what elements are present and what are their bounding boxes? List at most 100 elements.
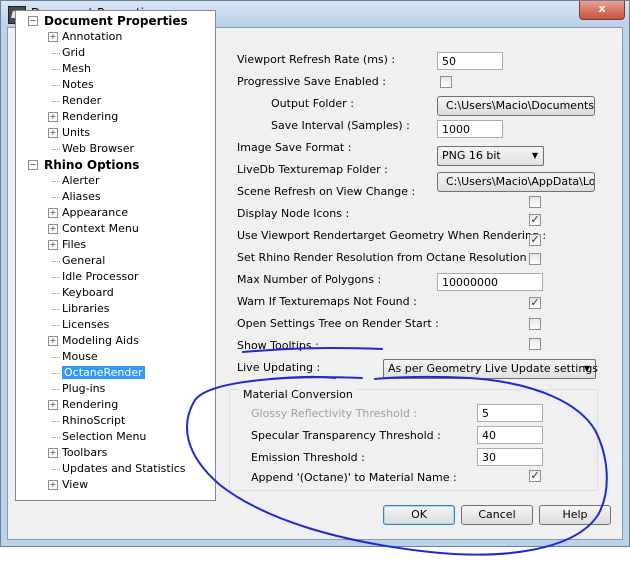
tree-item-label: Plug-ins xyxy=(62,382,106,395)
expand-icon[interactable]: + xyxy=(48,32,58,42)
live-updating-label: Live Updating : xyxy=(237,361,321,374)
glossy-reflectivity-threshold-input[interactable]: 5 xyxy=(477,404,543,422)
open-settings-tree-label: Open Settings Tree on Render Start : xyxy=(237,317,439,330)
progressive-save-enabled-label: Progressive Save Enabled : xyxy=(237,75,386,88)
expand-icon[interactable]: + xyxy=(48,208,58,218)
tree-item-appearance[interactable]: Appearance xyxy=(62,205,128,221)
tree-item-selection-menu[interactable]: Selection Menu xyxy=(62,429,146,445)
tree-item-licenses[interactable]: Licenses xyxy=(62,317,109,333)
tree-item-mesh[interactable]: Mesh xyxy=(62,61,91,77)
progressive-save-enabled-checkbox[interactable] xyxy=(440,76,452,88)
expand-icon[interactable]: + xyxy=(48,480,58,490)
tree-root-rhino-options[interactable]: Rhino Options xyxy=(44,157,139,173)
emission-threshold-input[interactable]: 30 xyxy=(477,448,543,466)
tree-item-context-menu[interactable]: Context Menu xyxy=(62,221,139,237)
tree-item-idle-processor[interactable]: Idle Processor xyxy=(62,269,139,285)
collapse-icon[interactable]: − xyxy=(28,160,38,170)
tree-item-label: Notes xyxy=(62,78,94,91)
tree-item-rendering[interactable]: Rendering xyxy=(62,109,118,125)
expand-icon[interactable]: + xyxy=(48,336,58,346)
tree-item-toolbars[interactable]: Toolbars xyxy=(62,445,107,461)
tree-connector xyxy=(52,261,60,262)
image-save-format-dropdown[interactable]: PNG 16 bit ▼ xyxy=(437,146,544,166)
live-updating-dropdown[interactable]: As per Geometry Live Update settings ▼ xyxy=(383,359,599,379)
chevron-down-icon: ▼ xyxy=(531,151,538,160)
viewport-refresh-rate-label: Viewport Refresh Rate (ms) : xyxy=(237,53,396,66)
collapse-icon[interactable]: − xyxy=(28,16,38,26)
tree-item-files[interactable]: Files xyxy=(62,237,86,253)
warn-texturemaps-checkbox[interactable]: ✓ xyxy=(529,297,541,309)
tree-item-label: Updates and Statistics xyxy=(62,462,186,475)
tree-item-aliases[interactable]: Aliases xyxy=(62,189,101,205)
tree-connector xyxy=(52,325,60,326)
tree-item-label: Rendering xyxy=(62,110,119,123)
tree-item-label: Keyboard xyxy=(62,286,114,299)
expand-icon[interactable]: + xyxy=(48,224,58,234)
scene-refresh-checkbox[interactable] xyxy=(529,196,541,208)
set-rhino-render-resolution-checkbox[interactable] xyxy=(529,253,541,265)
expand-icon[interactable]: + xyxy=(48,128,58,138)
tree-item-label: View xyxy=(62,478,89,491)
open-settings-tree-checkbox[interactable] xyxy=(529,318,541,330)
max-number-of-polygons-input[interactable]: 10000000 xyxy=(437,273,543,291)
expand-icon[interactable]: + xyxy=(48,240,58,250)
tree-item-label: Grid xyxy=(62,46,86,59)
tree-item-label: Aliases xyxy=(62,190,101,203)
tree-item-alerter[interactable]: Alerter xyxy=(62,173,99,189)
tree-item-notes[interactable]: Notes xyxy=(62,77,94,93)
tree-item-plug-ins[interactable]: Plug-ins xyxy=(62,381,105,397)
expand-icon[interactable]: + xyxy=(48,400,58,410)
tree-item-label: Mouse xyxy=(62,350,98,363)
tree-item-units[interactable]: Units xyxy=(62,125,90,141)
cancel-button[interactable]: Cancel xyxy=(461,505,533,525)
settings-tree[interactable]: − Document Properties + Annotation Grid Mesh N… xyxy=(15,10,216,501)
expand-icon[interactable]: + xyxy=(48,112,58,122)
append-octane-checkbox[interactable]: ✓ xyxy=(529,470,541,482)
tree-connector xyxy=(52,373,60,374)
tree-item-label: Modeling Aids xyxy=(62,334,139,347)
output-folder-button[interactable]: C:\Users\Macio\Documents xyxy=(437,96,595,116)
tree-item-rendering[interactable]: Rendering xyxy=(62,397,118,413)
tree-item-grid[interactable]: Grid xyxy=(62,45,85,61)
tree-connector xyxy=(52,469,60,470)
tree-item-modeling-aids[interactable]: Modeling Aids xyxy=(62,333,139,349)
tree-root-document-properties[interactable]: Document Properties xyxy=(44,13,188,29)
specular-transparency-threshold-input[interactable]: 40 xyxy=(477,426,543,444)
checkmark-icon: ✓ xyxy=(530,469,540,482)
tree-item-annotation[interactable]: Annotation xyxy=(62,29,122,45)
tree-item-general[interactable]: General xyxy=(62,253,105,269)
tree-connector xyxy=(52,197,60,198)
close-button[interactable]: x xyxy=(579,1,625,20)
tree-item-web-browser[interactable]: Web Browser xyxy=(62,141,134,157)
tree-item-label: Rendering xyxy=(62,398,119,411)
help-button[interactable]: Help xyxy=(539,505,611,525)
display-node-icons-checkbox[interactable]: ✓ xyxy=(529,214,541,226)
image-save-format-label: Image Save Format : xyxy=(237,141,352,154)
image-save-format-value: PNG 16 bit xyxy=(442,149,501,162)
tree-connector xyxy=(52,309,60,310)
tree-item-label: Idle Processor xyxy=(62,270,139,283)
ok-button[interactable]: OK xyxy=(383,505,455,525)
tree-item-keyboard[interactable]: Keyboard xyxy=(62,285,114,301)
tree-item-view[interactable]: View xyxy=(62,477,88,493)
live-updating-value: As per Geometry Live Update settings xyxy=(388,362,599,375)
tree-item-render[interactable]: Render xyxy=(62,93,101,109)
livedb-texturemap-folder-button[interactable]: C:\Users\Macio\AppData\Lo xyxy=(437,172,595,192)
use-viewport-rendertarget-checkbox[interactable]: ✓ xyxy=(529,234,541,246)
viewport-refresh-rate-input[interactable]: 50 xyxy=(437,52,503,70)
tree-item-libraries[interactable]: Libraries xyxy=(62,301,110,317)
tree-item-label: Selection Menu xyxy=(62,430,147,443)
tree-item-mouse[interactable]: Mouse xyxy=(62,349,98,365)
expand-icon[interactable]: + xyxy=(48,448,58,458)
material-conversion-group-label: Material Conversion xyxy=(240,388,356,402)
show-tooltips-checkbox[interactable] xyxy=(529,338,541,350)
tree-item-updates-and-statistics[interactable]: Updates and Statistics xyxy=(62,461,186,477)
tree-item-label: Mesh xyxy=(62,62,91,75)
warn-texturemaps-label: Warn If Texturemaps Not Found : xyxy=(237,295,417,308)
tree-item-label: Web Browser xyxy=(62,142,135,155)
save-interval-label: Save Interval (Samples) : xyxy=(271,119,410,132)
tree-item-label: Appearance xyxy=(62,206,129,219)
tree-item-octanerender[interactable]: OctaneRender xyxy=(62,365,145,381)
tree-item-rhinoscript[interactable]: RhinoScript xyxy=(62,413,125,429)
save-interval-input[interactable]: 1000 xyxy=(437,120,503,138)
